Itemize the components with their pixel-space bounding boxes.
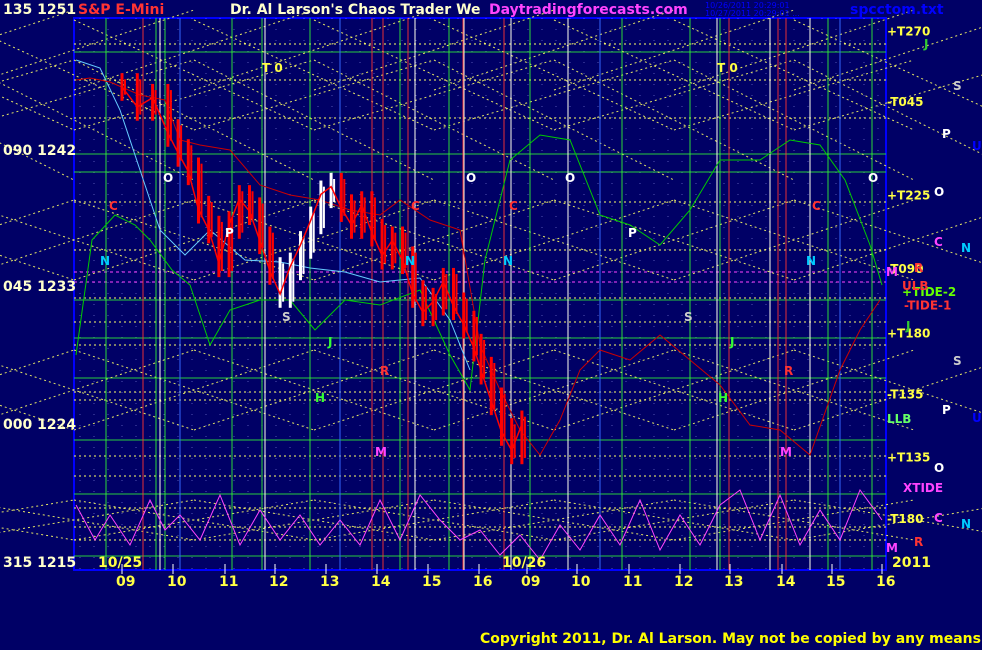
copyright-notice: Copyright 2011, Dr. Al Larson. May not b… — [480, 631, 982, 647]
planet-marker-o: O — [934, 461, 944, 475]
chart-annotation-n: N — [100, 254, 110, 268]
x-tick-label: 14 — [371, 574, 391, 590]
timestamp-2: 10/27/2011 20:29:01 ... — [705, 9, 800, 18]
chart-annotation-o: O — [163, 171, 173, 185]
chart-annotation-s: S — [282, 310, 291, 324]
instrument-title: S&P E-Mini — [78, 2, 165, 18]
planet-marker-r: R — [914, 535, 923, 549]
chart-annotation-j: J — [729, 335, 734, 349]
right-grid-label: -T135 — [887, 388, 923, 402]
y-axis-label-1242: 090 1242 — [3, 143, 77, 159]
chart-annotation-o: O — [565, 171, 575, 185]
chart-annotation-r: R — [784, 364, 793, 378]
planet-marker-m: M — [886, 265, 898, 279]
chart-annotation-j: J — [327, 335, 332, 349]
x-tick-label: 09 — [116, 574, 135, 590]
right-grid-label: +T135 — [887, 451, 930, 465]
plot-area — [73, 17, 887, 571]
y-axis-label-1215: 315 1215 — [3, 555, 77, 571]
date-label: 10/26 — [502, 555, 546, 571]
right-grid-label: -TIDE-1 — [904, 299, 951, 313]
x-tick-label: 13 — [320, 574, 339, 590]
planet-marker-p: P — [942, 127, 951, 141]
left-value: 135 1251 — [3, 2, 77, 18]
website-link[interactable]: Daytradingforecasts.com — [489, 2, 688, 18]
chart-annotation-h: H — [718, 391, 728, 405]
chart-annotation-c: C — [812, 199, 821, 213]
planet-marker-j: J — [905, 319, 910, 333]
x-tick-label: 16 — [473, 574, 492, 590]
chart-annotation-m: M — [780, 445, 792, 459]
x-tick-label: 14 — [776, 574, 796, 590]
right-grid-label: ULB — [902, 279, 929, 293]
right-grid-label: +T225 — [887, 188, 930, 202]
date-label: 10/25 — [98, 555, 142, 571]
planet-marker-c: C — [934, 511, 943, 525]
chart-annotation-t0: T 0 — [717, 61, 738, 75]
right-grid-label: -T045 — [887, 95, 923, 109]
chart-annotation-r: R — [380, 364, 389, 378]
planet-marker-u: U — [972, 139, 982, 153]
chart-annotation-h: H — [315, 391, 325, 405]
chart-annotation-c: C — [411, 199, 420, 213]
planet-marker-m: M — [886, 541, 898, 555]
planet-marker-p: P — [942, 403, 951, 417]
right-grid-label: LLB — [887, 412, 911, 426]
chart-annotation-c: C — [109, 199, 118, 213]
planet-marker-s: S — [953, 354, 962, 368]
x-tick-label: 13 — [724, 574, 743, 590]
planet-marker-s: S — [953, 79, 962, 93]
chart-annotation-s: S — [684, 310, 693, 324]
chart-annotation-c: C — [509, 199, 518, 213]
date-label: 2011 — [892, 555, 931, 571]
planet-marker-r: R — [914, 261, 923, 275]
x-tick-label: 15 — [422, 574, 441, 590]
chaos-trader-chart: T 0T 0O O O OP PS SN N N NC C C CR RM MH HJ J 09 10 11 12 1… — [0, 0, 982, 650]
chart-annotation-n: N — [503, 254, 513, 268]
right-grid-label: XTIDE — [903, 481, 943, 495]
x-tick-label: 10 — [571, 574, 591, 590]
x-tick-label: 12 — [269, 574, 288, 590]
planet-marker-o: O — [934, 185, 944, 199]
x-tick-label: 11 — [219, 574, 238, 590]
x-tick-label: 09 — [521, 574, 540, 590]
planet-marker-n: N — [961, 517, 971, 531]
planet-marker-u: U — [972, 411, 982, 425]
chart-annotation-p: P — [225, 226, 234, 240]
planet-marker-c: C — [934, 235, 943, 249]
chart-annotation-t0: T 0 — [262, 61, 283, 75]
chart-annotation-n: N — [806, 254, 816, 268]
data-file-name: spcctom.txt — [850, 2, 944, 18]
chart-annotation-o: O — [466, 171, 476, 185]
chart-annotation-o: O — [868, 171, 878, 185]
chart-annotation-m: M — [375, 445, 387, 459]
chart-annotation-p: P — [628, 226, 637, 240]
x-tick-label: 10 — [167, 574, 187, 590]
y-axis-label-1224: 000 1224 — [3, 417, 77, 433]
x-tick-label: 15 — [826, 574, 845, 590]
page-title: Dr. Al Larson's Chaos Trader We — [230, 2, 481, 18]
right-grid-label: -T180 — [887, 512, 923, 526]
planet-marker-j: J — [923, 37, 928, 51]
planet-marker-n: N — [961, 241, 971, 255]
x-tick-label: 12 — [674, 574, 693, 590]
chart-annotation-n: N — [405, 254, 415, 268]
x-tick-label: 11 — [623, 574, 642, 590]
x-tick-label: 16 — [876, 574, 895, 590]
y-axis-label-1233: 045 1233 — [3, 279, 77, 295]
